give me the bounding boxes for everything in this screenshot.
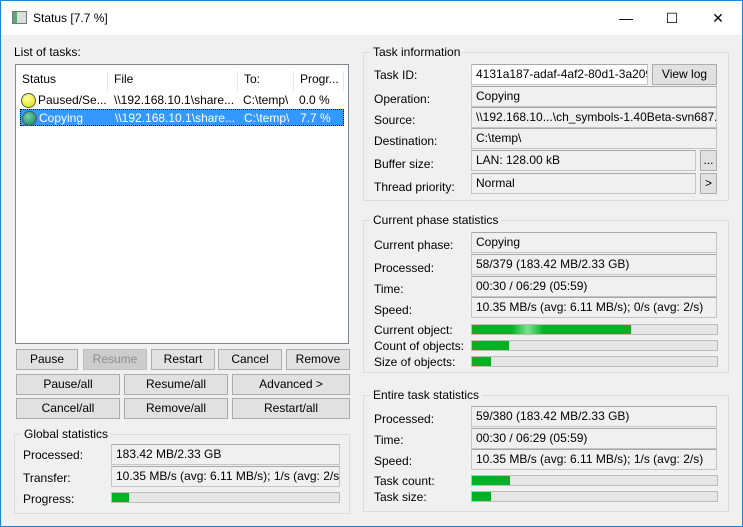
task-id-label: Task ID: [374, 68, 418, 82]
phase-processed-field: 58/379 (183.42 MB/2.33 GB) [471, 254, 717, 275]
progress-fill [112, 493, 130, 502]
restart-all-button[interactable]: Restart/all [232, 398, 350, 419]
column-header-to[interactable]: To: [238, 71, 294, 91]
count-of-objects-bar [471, 340, 718, 351]
processed-field: 183.42 MB/2.33 GB [111, 444, 340, 465]
paused-yellow-icon [21, 93, 36, 108]
phase-time-label: Time: [374, 282, 404, 296]
progress-label: Progress: [23, 492, 75, 506]
size-of-objects-bar [471, 356, 718, 367]
resume-button[interactable]: Resume [83, 349, 147, 370]
group-title: Entire task statistics [370, 388, 483, 402]
progress-fill [472, 357, 491, 366]
row-file: \\192.168.10.1\share... [115, 111, 236, 125]
thread-priority-button[interactable]: > [700, 173, 717, 194]
phase-processed-label: Processed: [374, 261, 435, 275]
count-of-objects-label: Count of objects: [374, 339, 465, 353]
transfer-field: 10.35 MB/s (avg: 6.11 MB/s); 1/s (avg: 2… [111, 466, 340, 487]
list-of-tasks-label: List of tasks: [14, 45, 81, 59]
table-row[interactable]: Copying \\192.168.10.1\share... C:\temp\… [20, 109, 344, 126]
maximize-button[interactable]: ☐ [649, 1, 695, 35]
progress-fill [472, 341, 510, 350]
task-count-label: Task count: [374, 474, 435, 488]
size-of-objects-label: Size of objects: [374, 355, 456, 369]
group-title: Task information [370, 45, 464, 59]
minimize-button[interactable]: — [603, 1, 649, 35]
status-window: Status [7.7 %] — ☐ ✕ List of tasks: Stat… [0, 0, 743, 527]
table-row[interactable]: Paused/Se... \\192.168.10.1\share... C:\… [20, 92, 344, 109]
source-label: Source: [374, 113, 416, 127]
operation-field: Copying [471, 86, 717, 107]
column-header-file[interactable]: File [108, 71, 238, 91]
global-progress-bar [111, 492, 340, 503]
buffer-settings-button[interactable]: ... [700, 150, 717, 171]
row-to: C:\temp\ [244, 111, 290, 125]
buffer-size-label: Buffer size: [374, 157, 434, 171]
window-title: Status [7.7 %] [33, 11, 108, 25]
task-size-label: Task size: [374, 490, 427, 504]
advanced-button[interactable]: Advanced > [232, 374, 350, 395]
current-phase-field: Copying [471, 232, 717, 253]
pause-button[interactable]: Pause [16, 349, 78, 370]
row-to: C:\temp\ [243, 93, 289, 107]
row-status: Copying [39, 111, 84, 125]
thread-priority-field: Normal [471, 173, 696, 194]
group-title: Current phase statistics [370, 213, 502, 227]
buffer-size-field: LAN: 128.00 kB [471, 150, 696, 171]
row-progress: 7.7 % [300, 111, 331, 125]
entire-time-field: 00:30 / 06:29 (05:59) [471, 428, 717, 449]
remove-button[interactable]: Remove [286, 349, 350, 370]
app-icon [12, 11, 27, 24]
phase-time-field: 00:30 / 06:29 (05:59) [471, 276, 717, 297]
task-size-bar [471, 491, 718, 502]
current-phase-label: Current phase: [374, 238, 454, 252]
current-object-label: Current object: [374, 323, 453, 337]
copying-green-icon [22, 111, 37, 126]
current-object-bar [471, 324, 718, 335]
remove-all-button[interactable]: Remove/all [124, 398, 228, 419]
view-log-button[interactable]: View log [652, 64, 717, 85]
row-file: \\192.168.10.1\share... [114, 93, 235, 107]
destination-label: Destination: [374, 134, 438, 148]
entire-time-label: Time: [374, 433, 404, 447]
task-id-field[interactable]: 4131a187-adaf-4af2-80d1-3a20989 [471, 64, 648, 85]
destination-field: C:\temp\ [471, 128, 717, 149]
progress-fill [472, 492, 491, 501]
entire-processed-field: 59/380 (183.42 MB/2.33 GB) [471, 406, 717, 427]
progress-fill [472, 476, 510, 485]
progress-fill [472, 325, 632, 334]
resume-all-button[interactable]: Resume/all [124, 374, 228, 395]
restart-button[interactable]: Restart [151, 349, 215, 370]
task-count-bar [471, 475, 718, 486]
processed-label: Processed: [23, 448, 84, 462]
entire-speed-field: 10.35 MB/s (avg: 6.11 MB/s); 1/s (avg: 2… [471, 449, 717, 470]
thread-priority-label: Thread priority: [374, 180, 455, 194]
cancel-all-button[interactable]: Cancel/all [16, 398, 120, 419]
entire-processed-label: Processed: [374, 412, 435, 426]
title-bar: Status [7.7 %] — ☐ ✕ [1, 1, 742, 35]
operation-label: Operation: [374, 92, 431, 106]
task-list[interactable]: Status File To: Progr... Paused/Se... \\… [15, 64, 349, 344]
phase-speed-label: Speed: [374, 303, 413, 317]
close-button[interactable]: ✕ [695, 1, 741, 35]
source-field: \\192.168.10...\ch_symbols-1.40Beta-svn6… [471, 107, 717, 128]
phase-speed-field: 10.35 MB/s (avg: 6.11 MB/s); 0/s (avg: 2… [471, 297, 717, 318]
row-status: Paused/Se... [38, 93, 107, 107]
pause-all-button[interactable]: Pause/all [16, 374, 120, 395]
column-header-progress[interactable]: Progr... [294, 71, 344, 91]
entire-speed-label: Speed: [374, 454, 413, 468]
group-title: Global statistics [21, 427, 112, 441]
column-header-status[interactable]: Status [16, 71, 108, 91]
transfer-label: Transfer: [23, 471, 71, 485]
cancel-button[interactable]: Cancel [218, 349, 282, 370]
row-progress: 0.0 % [299, 93, 330, 107]
